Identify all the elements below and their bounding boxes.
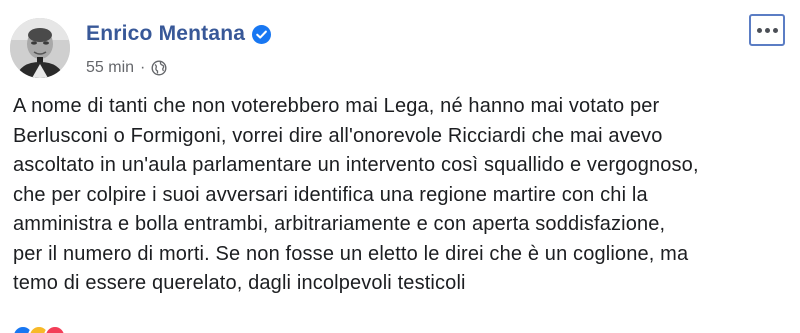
post-text-line: Berlusconi o Formigoni, vorrei dire all'… <box>13 124 663 147</box>
more-options-icon <box>756 27 762 33</box>
post-text-line: che per colpire i suoi avversari identif… <box>13 183 648 206</box>
avatar[interactable] <box>10 18 70 78</box>
post-text: A nome di tanti che non voterebbero mai … <box>13 92 793 299</box>
post-text-line: amministra e bolla entrambi, arbitrariam… <box>13 213 666 235</box>
verified-badge-icon <box>252 24 272 44</box>
avatar-photo <box>10 18 70 78</box>
meta-separator: · <box>140 59 146 76</box>
more-options-button[interactable] <box>749 14 785 46</box>
author-name[interactable]: Enrico Mentana <box>86 22 245 46</box>
post-text-line: ascoltato in un'aula parlamentare un int… <box>13 154 699 176</box>
facebook-post: Enrico Mentana 55 min · A nome di tanti … <box>0 0 800 333</box>
post-timestamp[interactable]: 55 min <box>86 59 134 77</box>
post-text-line: per il numero di morti. Se non fosse un … <box>13 242 689 265</box>
reactions-summary[interactable] <box>12 325 66 333</box>
more-options-icon <box>772 27 778 33</box>
love-reaction-icon <box>44 325 66 333</box>
post-text-line: temo di essere querelato, dagli incolpev… <box>13 272 466 294</box>
more-options-icon <box>764 27 770 33</box>
post-text-line: A nome di tanti che non voterebbero mai … <box>13 95 660 117</box>
author-row: Enrico Mentana <box>86 22 272 46</box>
globe-icon[interactable] <box>151 60 167 76</box>
post-meta: 55 min · <box>86 59 167 77</box>
